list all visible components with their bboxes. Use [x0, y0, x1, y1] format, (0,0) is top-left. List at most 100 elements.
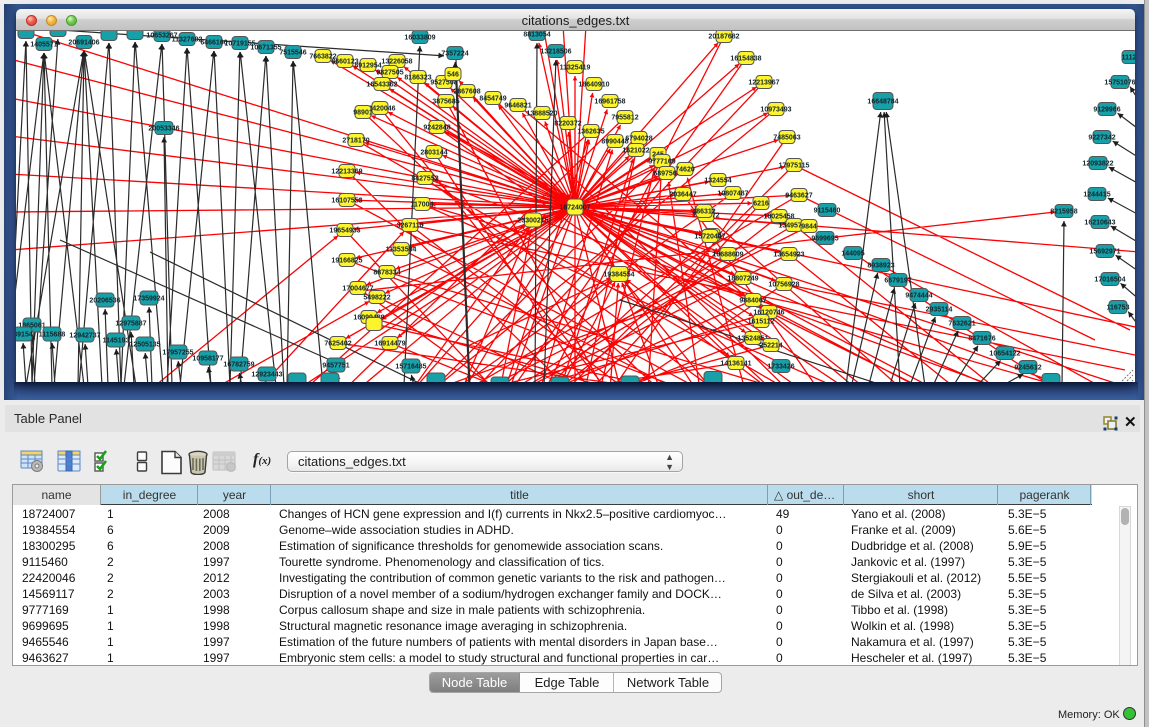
svg-text:1733426: 1733426	[767, 364, 794, 371]
svg-text:16782759: 16782759	[223, 362, 254, 369]
svg-text:17957255: 17957255	[162, 350, 193, 357]
svg-text:17359924: 17359924	[133, 296, 164, 303]
svg-text:252214: 252214	[759, 343, 782, 350]
svg-text:9242848: 9242848	[423, 125, 450, 132]
svg-text:11353594: 11353594	[386, 247, 417, 254]
svg-text:2935114: 2935114	[926, 307, 953, 314]
svg-text:9844: 9844	[801, 224, 817, 231]
svg-text:7515546: 7515546	[279, 50, 306, 57]
svg-text:2036447: 2036447	[669, 192, 696, 199]
svg-text:1145193: 1145193	[103, 338, 130, 345]
svg-text:11124: 11124	[1122, 55, 1135, 62]
svg-text:20187682: 20187682	[708, 34, 739, 41]
svg-text:16543362: 16543362	[366, 82, 397, 89]
svg-text:116753: 116753	[1107, 305, 1130, 312]
svg-text:9227342: 9227342	[1088, 135, 1115, 142]
svg-text:1324554: 1324554	[704, 178, 731, 185]
svg-text:9115460: 9115460	[814, 208, 841, 215]
svg-text:8813054: 8813054	[523, 32, 550, 39]
svg-text:9474444: 9474444	[905, 293, 932, 300]
svg-text:2718170: 2718170	[342, 138, 369, 145]
svg-text:7955812: 7955812	[611, 115, 638, 122]
svg-text:3267110: 3267110	[397, 223, 424, 230]
svg-text:16107553: 16107553	[331, 198, 362, 205]
svg-text:17016504: 17016504	[1094, 277, 1125, 284]
svg-text:16154838: 16154838	[730, 56, 761, 63]
svg-text:19654933: 19654933	[329, 228, 360, 235]
svg-text:17975115: 17975115	[779, 163, 810, 170]
svg-text:16210643: 16210643	[1084, 220, 1115, 227]
svg-text:13888520: 13888520	[526, 111, 557, 118]
svg-text:16033809: 16033809	[404, 35, 435, 42]
svg-text:8454749: 8454749	[479, 96, 506, 103]
svg-text:10671355: 10671355	[250, 45, 281, 52]
svg-text:2867608: 2867608	[453, 89, 480, 96]
svg-text:9777169: 9777169	[648, 159, 675, 166]
svg-text:117004: 117004	[411, 202, 434, 209]
svg-text:39154: 39154	[16, 332, 33, 339]
svg-text:6216: 6216	[753, 201, 769, 208]
svg-text:19384554: 19384554	[603, 272, 634, 279]
svg-text:11327602: 11327602	[172, 37, 203, 44]
svg-text:10688609: 10688609	[712, 252, 743, 259]
svg-text:8215958: 8215958	[1050, 209, 1077, 216]
svg-text:10756928: 10756928	[768, 282, 799, 289]
svg-text:2803144: 2803144	[420, 150, 447, 157]
svg-text:9457751: 9457751	[322, 363, 349, 370]
svg-text:15716485: 15716485	[395, 364, 426, 371]
svg-text:1244415: 1244415	[1083, 192, 1110, 199]
svg-text:12213369: 12213369	[331, 169, 362, 176]
svg-text:13226058: 13226058	[381, 59, 412, 66]
svg-text:14136141: 14136141	[720, 361, 751, 368]
svg-text:8186323: 8186323	[404, 75, 431, 82]
svg-text:19166825: 19166825	[331, 258, 362, 265]
svg-text:23300215: 23300215	[517, 218, 548, 225]
svg-text:20053346: 20053346	[148, 126, 179, 133]
svg-text:11325419: 11325419	[560, 65, 591, 72]
svg-text:18724007: 18724007	[559, 205, 590, 212]
svg-text:74620: 74620	[675, 167, 695, 174]
svg-text:546: 546	[447, 72, 459, 79]
svg-text:9699695: 9699695	[811, 236, 838, 243]
svg-text:144095: 144095	[841, 251, 864, 258]
svg-text:8471676: 8471676	[968, 336, 995, 343]
svg-text:12975887: 12975887	[115, 321, 146, 328]
svg-text:7357224: 7357224	[441, 51, 468, 58]
svg-text:9827505: 9827505	[376, 70, 403, 77]
svg-text:17004677: 17004677	[342, 286, 373, 293]
svg-text:8427552: 8427552	[411, 176, 438, 183]
svg-text:12923443: 12923443	[251, 372, 282, 379]
svg-text:6679197: 6679197	[884, 278, 911, 285]
svg-text:1115688: 1115688	[39, 332, 66, 339]
svg-text:9463627: 9463627	[785, 193, 812, 200]
svg-text:9646821: 9646821	[504, 103, 531, 110]
svg-text:6794028: 6794028	[625, 136, 652, 143]
svg-text:13654923: 13654923	[773, 252, 804, 259]
svg-text:15751076: 15751076	[1104, 80, 1135, 87]
svg-text:20691406: 20691406	[68, 40, 99, 47]
svg-text:486312: 486312	[692, 209, 715, 216]
svg-text:8878334: 8878334	[373, 270, 400, 277]
svg-text:1405571: 1405571	[30, 42, 57, 49]
svg-text:12942737: 12942737	[69, 333, 100, 340]
svg-text:3875685: 3875685	[432, 99, 459, 106]
svg-text:7485063: 7485063	[773, 135, 800, 142]
svg-text:13218506: 13218506	[540, 49, 571, 56]
svg-text:12505135: 12505135	[129, 342, 160, 349]
svg-text:1621022: 1621022	[622, 148, 649, 155]
svg-text:12213967: 12213967	[748, 80, 779, 87]
svg-text:10654122: 10654122	[989, 351, 1020, 358]
svg-text:12093822: 12093822	[1082, 161, 1113, 168]
svg-text:18640910: 18640910	[578, 82, 609, 89]
svg-text:8938923: 8938923	[867, 263, 894, 270]
svg-text:10973493: 10973493	[760, 107, 791, 114]
svg-text:18807249: 18807249	[727, 276, 758, 283]
svg-text:8912954: 8912954	[354, 63, 381, 70]
svg-text:10807487: 10807487	[717, 191, 748, 198]
svg-text:8220372: 8220372	[554, 121, 581, 128]
svg-text:10958177: 10958177	[192, 356, 223, 363]
svg-text:98901: 98901	[353, 110, 373, 117]
svg-text:15720407: 15720407	[694, 234, 725, 241]
svg-text:7632621: 7632621	[948, 321, 975, 328]
svg-text:9245612: 9245612	[1014, 365, 1041, 372]
